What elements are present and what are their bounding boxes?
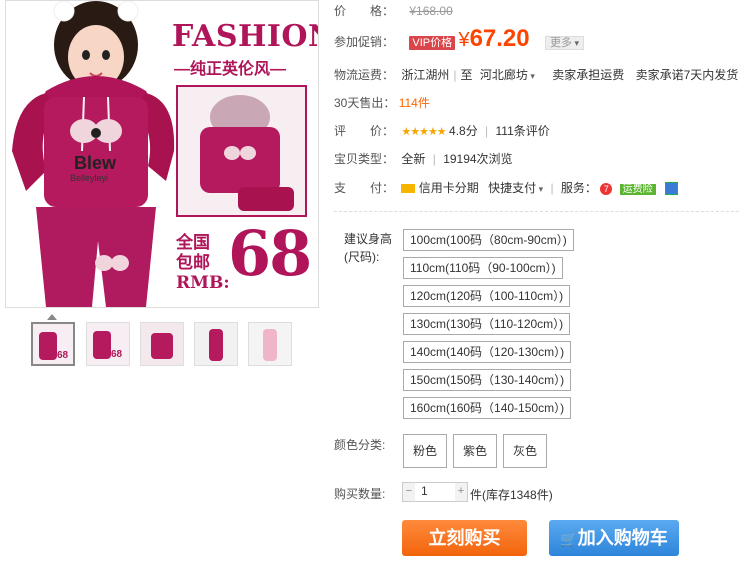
stock-info: 件(库存1348件) [470,486,553,503]
svg-text:68: 68 [111,349,123,360]
dropdown-arrow-icon: ▾ [571,38,579,48]
banner-subtitle: —纯正英伦风— [174,61,287,78]
credit-installment[interactable]: 信用卡分期 [419,181,479,195]
more-promos-button[interactable]: 更多 ▾ [544,36,584,50]
thumbnail-2[interactable]: 68 [86,322,130,366]
size-option-150[interactable]: 150cm(150码（130-140cm）) [403,369,572,391]
shipping-row: 物流运费： 浙江湖州 | 至 河北廊坊 ▾ 卖家承担运费 卖家承诺7天内发货 [334,68,739,82]
color-option-purple[interactable]: 紫色 [453,434,497,468]
type-row: 宝贝类型： 全新 | 19194次浏览 [334,152,513,166]
promo-row: 参加促销： VIP价格 ¥67.20 更多 ▾ [334,26,584,52]
quantity-increase-button[interactable]: + [455,483,467,501]
shirt-subtext: Belleyleyi [70,173,108,183]
cart-icon: 🛒 [560,531,578,547]
main-product-image[interactable]: Blew Belleyleyi FASHION —纯正英伦风— 全国 包邮 RM… [5,0,319,308]
seven-day-return-icon: 7 [600,182,613,195]
dropdown-arrow-icon: ▾ [536,184,544,194]
thumbnail-1[interactable]: 68 [31,322,75,366]
sales-count: 114 [398,96,418,110]
quantity-unit: 件 [470,488,483,502]
shipping-label: 物流运费： [334,68,395,82]
thumbnail-4[interactable] [194,322,238,366]
buy-now-button[interactable]: 立刻购买 [402,520,527,556]
color-option-gray[interactable]: 灰色 [503,434,547,468]
color-label: 颜色分类: [334,438,386,452]
size-label: 建议身高(尺码): [344,232,393,264]
size-option-120[interactable]: 120cm(120码（100-110cm）) [403,285,571,307]
shipping-fee: 卖家承担运费 [552,68,625,82]
size-option-140[interactable]: 140cm(140码（120-130cm）) [403,341,572,363]
inset-product-image [176,85,307,217]
thumbnail-5[interactable] [248,322,292,366]
vip-badge: VIP价格 [409,36,456,50]
promo-price: 68 [228,217,312,290]
currency-sign: ¥ [458,29,470,51]
quantity-stepper: − 1 + [402,482,468,502]
quantity-decrease-button[interactable]: − [403,483,415,501]
view-count: 19194次浏览 [443,152,513,166]
stock-count: (库存1348件) [482,488,553,502]
size-option-110[interactable]: 110cm(110码（90-100cm）) [403,257,563,279]
color-option-pink[interactable]: 粉色 [403,434,447,468]
original-price: ¥168.00 [409,4,453,18]
size-option-160[interactable]: 160cm(160码（140-150cm）) [403,397,572,419]
shirt-text: Blew [74,153,117,173]
item-condition: 全新 [401,152,426,166]
rating-stars-icon: ★★★★★ [401,126,446,138]
quantity-input[interactable]: 1 [421,484,428,498]
ship-promise: 卖家承诺7天内发货 [635,68,739,82]
banner-title: FASHION [172,19,318,54]
payment-label: 支 付： [334,181,395,195]
quick-pay-select[interactable]: 快捷支付 ▾ [488,181,543,195]
price-label: 价 格： [334,4,395,18]
size-option-130[interactable]: 130cm(130码（110-120cm）) [403,313,571,335]
rating-score: 4.8分 [449,124,478,138]
service-label: 服务： [560,181,597,195]
sales-unit: 件 [417,96,430,110]
divider [334,211,739,212]
dropdown-arrow-icon: ▾ [527,71,535,81]
review-count-link[interactable]: 111条评价 [496,124,550,138]
ship-to-select[interactable]: 河北廊坊 ▾ [480,68,535,82]
sales-label: 30天售出： [334,96,396,110]
price-row: 价 格： ¥168.00 [334,2,453,19]
payment-row: 支 付： 信用卡分期 快捷支付 ▾ | 服务： 7 运费险 [334,179,678,196]
ship-to-label: 至 [460,68,473,82]
shipping-insurance-badge: 运费险 [619,184,656,195]
promo-price-value: 67.20 [469,25,530,52]
svg-text:68: 68 [57,350,69,361]
type-label: 宝贝类型： [334,152,395,166]
promo-text: 全国 包邮 RMB: [176,233,230,293]
add-to-cart-button[interactable]: 🛒加入购物车 [549,520,679,556]
rating-label: 评 价： [334,124,395,138]
quantity-label: 购买数量: [334,487,386,501]
rating-row: 评 价： ★★★★★ 4.8分 | 111条评价 [334,124,550,138]
thumb-indicator [47,314,57,320]
thumbnail-3[interactable] [140,322,184,366]
credit-card-icon [401,184,416,194]
guarantee-icon [664,182,678,196]
sales-row: 30天售出： 114件 [334,94,430,111]
promo-label: 参加促销： [334,35,395,49]
size-option-100[interactable]: 100cm(100码（80cm-90cm）) [403,229,574,251]
ship-from: 浙江湖州 [401,68,450,82]
